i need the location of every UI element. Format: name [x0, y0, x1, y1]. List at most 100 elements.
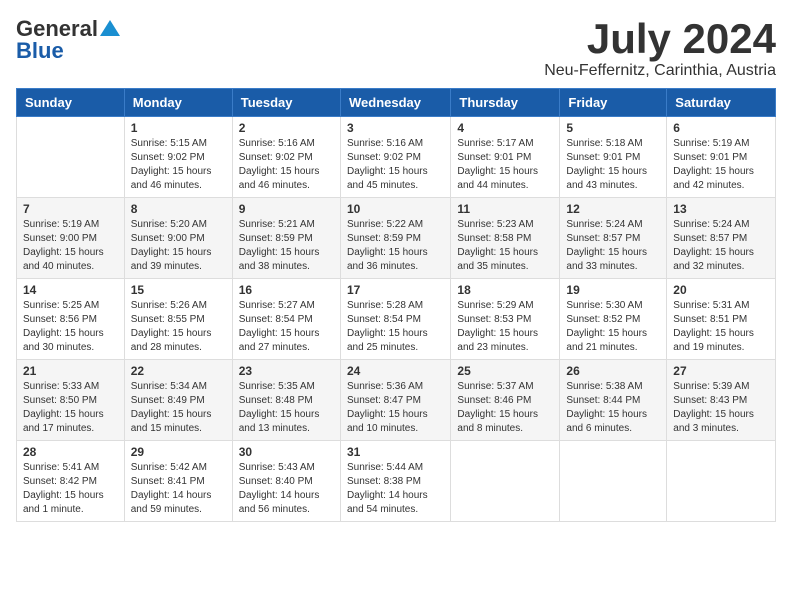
day-cell: 29Sunrise: 5:42 AM Sunset: 8:41 PM Dayli…	[124, 441, 232, 522]
day-number: 20	[673, 283, 769, 297]
day-cell: 3 Sunrise: 5:16 AM Sunset: 9:02 PM Daylig…	[340, 117, 450, 198]
day-number: 26	[566, 364, 660, 378]
day-info: Sunrise: 5:36 AM Sunset: 8:47 PM Dayligh…	[347, 380, 444, 436]
day-number: 21	[23, 364, 118, 378]
column-header-wednesday: Wednesday	[340, 89, 450, 117]
week-row-5: 28Sunrise: 5:41 AM Sunset: 8:42 PM Dayli…	[17, 441, 776, 522]
day-cell: 25 Sunrise: 5:37 AM Sunset: 8:46 PM Dayli…	[451, 360, 560, 441]
day-info: Sunrise: 5:19 AM Sunset: 9:01 PM Dayligh…	[673, 137, 769, 193]
day-info: Sunrise: 5:17 AM Sunset: 9:01 PM Dayligh…	[457, 137, 553, 193]
day-cell: 15Sunrise: 5:26 AM Sunset: 8:55 PM Dayli…	[124, 279, 232, 360]
day-cell: 1Sunrise: 5:15 AM Sunset: 9:02 PM Daylig…	[124, 117, 232, 198]
day-number: 17	[347, 283, 444, 297]
day-cell: 4 Sunrise: 5:17 AM Sunset: 9:01 PM Daylig…	[451, 117, 560, 198]
week-row-4: 21 Sunrise: 5:33 AM Sunset: 8:50 PM Dayli…	[17, 360, 776, 441]
day-info: Sunrise: 5:28 AM Sunset: 8:54 PM Dayligh…	[347, 299, 444, 355]
day-info: Sunrise: 5:24 AM Sunset: 8:57 PM Dayligh…	[673, 218, 769, 274]
day-info: Sunrise: 5:38 AM Sunset: 8:44 PM Dayligh…	[566, 380, 660, 436]
day-cell: 6 Sunrise: 5:19 AM Sunset: 9:01 PM Daylig…	[667, 117, 776, 198]
day-number: 24	[347, 364, 444, 378]
day-info: Sunrise: 5:20 AM Sunset: 9:00 PM Dayligh…	[131, 218, 226, 274]
title-area: July 2024 Neu-Feffernitz, Carinthia, Aus…	[544, 16, 776, 80]
day-cell	[560, 441, 667, 522]
day-info: Sunrise: 5:23 AM Sunset: 8:58 PM Dayligh…	[457, 218, 553, 274]
day-cell: 30Sunrise: 5:43 AM Sunset: 8:40 PM Dayli…	[232, 441, 340, 522]
day-number: 2	[239, 121, 334, 135]
location-title: Neu-Feffernitz, Carinthia, Austria	[544, 62, 776, 80]
day-cell: 20 Sunrise: 5:31 AM Sunset: 8:51 PM Dayli…	[667, 279, 776, 360]
day-info: Sunrise: 5:35 AM Sunset: 8:48 PM Dayligh…	[239, 380, 334, 436]
day-number: 25	[457, 364, 553, 378]
column-header-monday: Monday	[124, 89, 232, 117]
week-row-1: 1Sunrise: 5:15 AM Sunset: 9:02 PM Daylig…	[17, 117, 776, 198]
day-number: 29	[131, 445, 226, 459]
day-cell	[667, 441, 776, 522]
day-cell: 17 Sunrise: 5:28 AM Sunset: 8:54 PM Dayli…	[340, 279, 450, 360]
logo-blue: Blue	[16, 38, 64, 64]
day-number: 9	[239, 202, 334, 216]
week-row-3: 14 Sunrise: 5:25 AM Sunset: 8:56 PM Dayli…	[17, 279, 776, 360]
day-number: 13	[673, 202, 769, 216]
day-info: Sunrise: 5:29 AM Sunset: 8:53 PM Dayligh…	[457, 299, 553, 355]
day-cell: 9 Sunrise: 5:21 AM Sunset: 8:59 PM Daylig…	[232, 198, 340, 279]
day-number: 1	[131, 121, 226, 135]
day-cell: 5 Sunrise: 5:18 AM Sunset: 9:01 PM Daylig…	[560, 117, 667, 198]
header: General Blue July 2024 Neu-Feffernitz, C…	[16, 16, 776, 80]
day-cell: 18Sunrise: 5:29 AM Sunset: 8:53 PM Dayli…	[451, 279, 560, 360]
day-info: Sunrise: 5:24 AM Sunset: 8:57 PM Dayligh…	[566, 218, 660, 274]
calendar-header-row: SundayMondayTuesdayWednesdayThursdayFrid…	[17, 89, 776, 117]
day-info: Sunrise: 5:22 AM Sunset: 8:59 PM Dayligh…	[347, 218, 444, 274]
day-number: 14	[23, 283, 118, 297]
day-cell: 28Sunrise: 5:41 AM Sunset: 8:42 PM Dayli…	[17, 441, 125, 522]
day-info: Sunrise: 5:19 AM Sunset: 9:00 PM Dayligh…	[23, 218, 118, 274]
day-info: Sunrise: 5:18 AM Sunset: 9:01 PM Dayligh…	[566, 137, 660, 193]
day-number: 8	[131, 202, 226, 216]
day-number: 11	[457, 202, 553, 216]
day-number: 19	[566, 283, 660, 297]
day-number: 28	[23, 445, 118, 459]
week-row-2: 7 Sunrise: 5:19 AM Sunset: 9:00 PM Daylig…	[17, 198, 776, 279]
column-header-tuesday: Tuesday	[232, 89, 340, 117]
day-cell: 14 Sunrise: 5:25 AM Sunset: 8:56 PM Dayli…	[17, 279, 125, 360]
day-info: Sunrise: 5:34 AM Sunset: 8:49 PM Dayligh…	[131, 380, 226, 436]
day-cell	[451, 441, 560, 522]
day-info: Sunrise: 5:44 AM Sunset: 8:38 PM Dayligh…	[347, 461, 444, 517]
day-number: 4	[457, 121, 553, 135]
day-cell: 7 Sunrise: 5:19 AM Sunset: 9:00 PM Daylig…	[17, 198, 125, 279]
day-cell: 8 Sunrise: 5:20 AM Sunset: 9:00 PM Daylig…	[124, 198, 232, 279]
day-cell: 13 Sunrise: 5:24 AM Sunset: 8:57 PM Dayli…	[667, 198, 776, 279]
day-cell: 27Sunrise: 5:39 AM Sunset: 8:43 PM Dayli…	[667, 360, 776, 441]
day-number: 31	[347, 445, 444, 459]
day-cell: 31 Sunrise: 5:44 AM Sunset: 8:38 PM Dayli…	[340, 441, 450, 522]
column-header-friday: Friday	[560, 89, 667, 117]
column-header-saturday: Saturday	[667, 89, 776, 117]
day-number: 3	[347, 121, 444, 135]
day-cell	[17, 117, 125, 198]
day-cell: 23Sunrise: 5:35 AM Sunset: 8:48 PM Dayli…	[232, 360, 340, 441]
day-cell: 19 Sunrise: 5:30 AM Sunset: 8:52 PM Dayli…	[560, 279, 667, 360]
day-info: Sunrise: 5:16 AM Sunset: 9:02 PM Dayligh…	[347, 137, 444, 193]
day-cell: 11 Sunrise: 5:23 AM Sunset: 8:58 PM Dayli…	[451, 198, 560, 279]
day-number: 12	[566, 202, 660, 216]
logo: General Blue	[16, 16, 120, 64]
day-number: 5	[566, 121, 660, 135]
day-cell: 22Sunrise: 5:34 AM Sunset: 8:49 PM Dayli…	[124, 360, 232, 441]
calendar-table: SundayMondayTuesdayWednesdayThursdayFrid…	[16, 88, 776, 522]
day-number: 7	[23, 202, 118, 216]
day-info: Sunrise: 5:37 AM Sunset: 8:46 PM Dayligh…	[457, 380, 553, 436]
day-info: Sunrise: 5:25 AM Sunset: 8:56 PM Dayligh…	[23, 299, 118, 355]
day-cell: 10Sunrise: 5:22 AM Sunset: 8:59 PM Dayli…	[340, 198, 450, 279]
day-number: 6	[673, 121, 769, 135]
day-number: 16	[239, 283, 334, 297]
day-info: Sunrise: 5:21 AM Sunset: 8:59 PM Dayligh…	[239, 218, 334, 274]
column-header-sunday: Sunday	[17, 89, 125, 117]
day-info: Sunrise: 5:43 AM Sunset: 8:40 PM Dayligh…	[239, 461, 334, 517]
day-cell: 2Sunrise: 5:16 AM Sunset: 9:02 PM Daylig…	[232, 117, 340, 198]
day-number: 27	[673, 364, 769, 378]
day-info: Sunrise: 5:30 AM Sunset: 8:52 PM Dayligh…	[566, 299, 660, 355]
day-info: Sunrise: 5:31 AM Sunset: 8:51 PM Dayligh…	[673, 299, 769, 355]
day-cell: 24 Sunrise: 5:36 AM Sunset: 8:47 PM Dayli…	[340, 360, 450, 441]
day-cell: 12 Sunrise: 5:24 AM Sunset: 8:57 PM Dayli…	[560, 198, 667, 279]
day-info: Sunrise: 5:33 AM Sunset: 8:50 PM Dayligh…	[23, 380, 118, 436]
day-cell: 16Sunrise: 5:27 AM Sunset: 8:54 PM Dayli…	[232, 279, 340, 360]
